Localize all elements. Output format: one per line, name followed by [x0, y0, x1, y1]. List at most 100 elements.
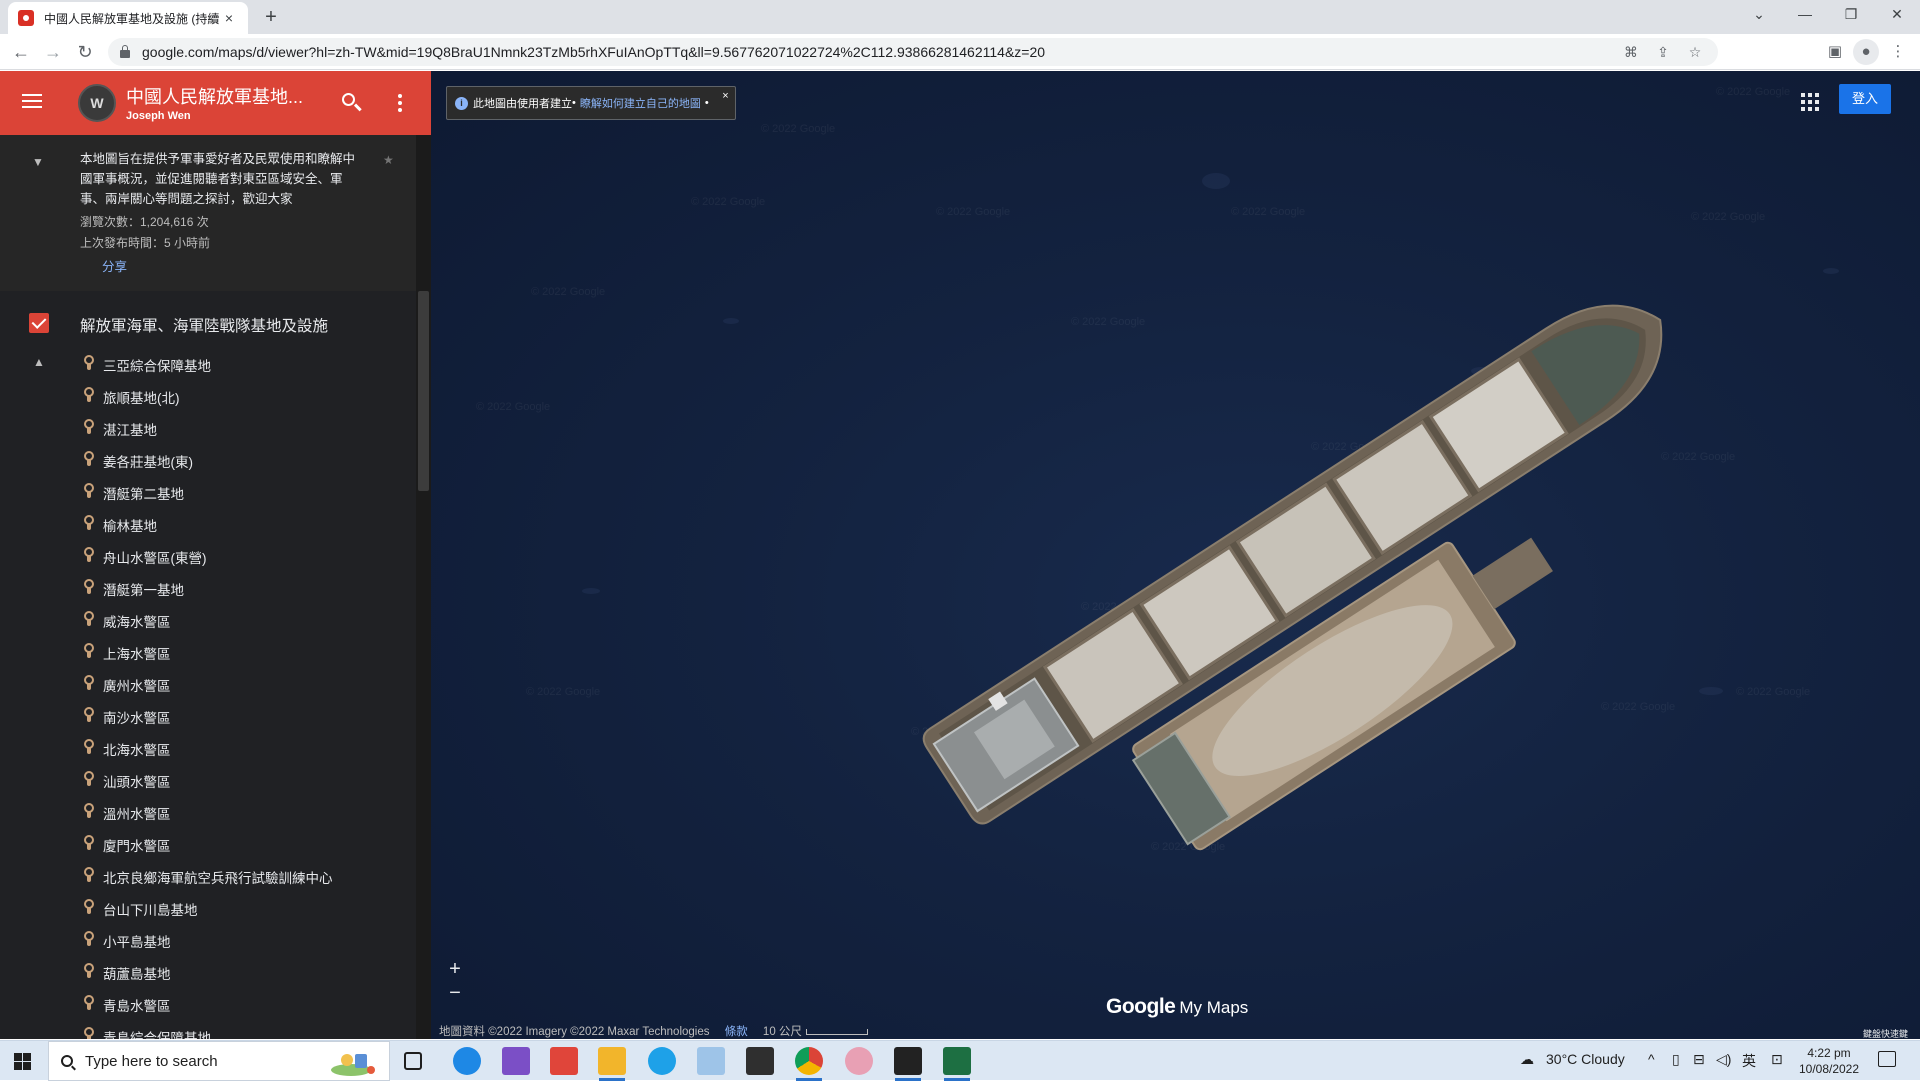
place-item[interactable]: 青島水警區 [0, 987, 416, 1019]
share-link[interactable]: 分享 [102, 256, 127, 275]
weather-text[interactable]: 30°C Cloudy [1546, 1051, 1625, 1067]
map-canvas[interactable]: © 2022 Google © 2022 Google © 2022 Google ©… [431, 71, 1920, 1039]
my-maps-wordmark: My Maps [1179, 998, 1249, 1017]
chevron-up-icon[interactable]: ^ [1648, 1051, 1655, 1067]
place-item[interactable]: 溫州水警區 [0, 795, 416, 827]
place-item[interactable]: 小平島基地 [0, 923, 416, 955]
star-icon[interactable]: ★ [383, 153, 394, 167]
place-item[interactable]: 青島綜合保障基地 [0, 1019, 416, 1039]
place-item[interactable]: 潛艇第一基地 [0, 571, 416, 603]
learn-create-map-link[interactable]: 瞭解如何建立自己的地圖 [580, 95, 701, 111]
place-item[interactable]: 威海水警區 [0, 603, 416, 635]
forward-arrow-icon[interactable]: → [40, 39, 66, 65]
file-explorer-icon[interactable] [598, 1047, 626, 1075]
visual-studio-icon[interactable] [502, 1047, 530, 1075]
sticky-notes-icon[interactable] [894, 1047, 922, 1075]
reload-icon[interactable]: ↻ [72, 39, 98, 65]
paint-icon[interactable] [697, 1047, 725, 1075]
place-item[interactable]: 上海水警區 [0, 635, 416, 667]
layer-checkbox[interactable] [29, 313, 49, 333]
input-method-indicator[interactable]: 英 [1742, 1051, 1756, 1071]
imagery-credit: 地圖資料 ©2022 Imagery ©2022 Maxar Technolog… [439, 1026, 710, 1038]
lock-icon[interactable] [120, 45, 130, 58]
windows-start-icon[interactable] [14, 1053, 31, 1070]
place-item[interactable]: 湛江基地 [0, 411, 416, 443]
edge-browser-icon[interactable] [453, 1047, 481, 1075]
place-label: 廈門水警區 [103, 839, 171, 854]
terminal-icon[interactable] [746, 1047, 774, 1075]
panel-scrollbar-thumb[interactable] [418, 291, 429, 491]
search-highlight-illustration-icon[interactable] [329, 1050, 379, 1076]
cloud-icon[interactable]: ☁ [1520, 1051, 1534, 1068]
address-bar[interactable]: google.com/maps/d/viewer?hl=zh-TW&mid=19… [108, 38, 1718, 66]
place-item[interactable]: 南沙水警區 [0, 699, 416, 731]
anchor-pin-icon [82, 643, 96, 659]
place-item[interactable]: 舟山水警區(東營) [0, 539, 416, 571]
back-arrow-icon[interactable]: ← [8, 39, 34, 65]
google-my-maps-favicon-icon [18, 10, 34, 26]
map-author: Joseph Wen [126, 110, 191, 122]
notification-icon[interactable] [1878, 1051, 1896, 1067]
tab-search-chevron-icon[interactable]: ⌄ [1736, 0, 1782, 30]
zoom-out-button[interactable]: − [443, 981, 467, 1005]
profile-avatar-icon[interactable]: ● [1853, 39, 1879, 65]
chevron-down-icon[interactable]: ▼ [32, 155, 46, 169]
place-item[interactable]: 潛艇第二基地 [0, 475, 416, 507]
author-avatar: W [78, 84, 116, 122]
chrome-icon[interactable] [795, 1047, 823, 1075]
scale-label[interactable]: 10 公尺 [763, 1026, 802, 1038]
url-text[interactable]: google.com/maps/d/viewer?hl=zh-TW&mid=19… [142, 44, 1610, 60]
task-view-icon[interactable] [404, 1052, 422, 1070]
place-item[interactable]: 廣州水警區 [0, 667, 416, 699]
extensions-icon[interactable]: ▣ [1822, 39, 1848, 65]
place-item[interactable]: 葫蘆島基地 [0, 955, 416, 987]
menu-icon[interactable] [20, 90, 44, 114]
share-icon[interactable]: ⇪ [1652, 44, 1674, 61]
search-icon[interactable] [340, 91, 364, 115]
excel-icon[interactable] [943, 1047, 971, 1075]
window-close-button[interactable]: ✕ [1874, 0, 1920, 30]
place-item[interactable]: 三亞綜合保障基地 [0, 347, 416, 379]
browser-tab[interactable]: 中國人民解放軍基地及設施 (持續 × [8, 2, 248, 34]
new-tab-button[interactable]: + [258, 4, 284, 30]
anchor-pin-icon [82, 803, 96, 819]
network-icon[interactable]: ⊟ [1693, 1051, 1705, 1068]
snipping-tool-icon[interactable] [845, 1047, 873, 1075]
place-item[interactable]: 北京良鄉海軍航空兵飛行試驗訓練中心 [0, 859, 416, 891]
sign-in-button[interactable]: 登入 [1839, 84, 1891, 114]
place-item[interactable]: 台山下川島基地 [0, 891, 416, 923]
taskbar-search-box[interactable]: Type here to search [48, 1041, 390, 1081]
restore-button[interactable]: ❐ [1828, 0, 1874, 30]
terms-link[interactable]: 條款 [725, 1026, 748, 1038]
tab-close-icon[interactable]: × [220, 10, 238, 26]
anydesk-icon[interactable] [550, 1047, 578, 1075]
minimize-button[interactable]: — [1782, 0, 1828, 30]
browser-menu-icon[interactable]: ⋮ [1885, 39, 1911, 65]
layer-name: 解放軍海軍、海軍陸戰隊基地及設施 [80, 318, 329, 335]
ime-mode-icon[interactable]: ⊡ [1771, 1051, 1783, 1068]
place-item[interactable]: 榆林基地 [0, 507, 416, 539]
panel-scrollbar-track[interactable] [416, 135, 431, 1039]
system-clock[interactable]: 4:22 pm 10/08/2022 [1793, 1045, 1865, 1077]
translate-icon[interactable]: ⌘ [1620, 44, 1642, 61]
layer-row[interactable]: 解放軍海軍、海軍陸戰隊基地及設施 [0, 303, 416, 343]
place-label: 青島綜合保障基地 [103, 1031, 211, 1039]
google-apps-icon[interactable] [1801, 93, 1819, 111]
bookmark-star-icon[interactable]: ☆ [1684, 44, 1706, 61]
zoom-in-button[interactable]: + [443, 957, 467, 981]
place-item[interactable]: 姜各莊基地(東) [0, 443, 416, 475]
place-item[interactable]: 旅順基地(北) [0, 379, 416, 411]
place-label: 旅順基地(北) [103, 391, 180, 406]
usb-icon[interactable]: ▯ [1672, 1051, 1680, 1068]
more-options-icon[interactable] [392, 91, 408, 115]
anchor-pin-icon [82, 707, 96, 723]
place-label: 姜各莊基地(東) [103, 455, 193, 470]
skype-icon[interactable] [648, 1047, 676, 1075]
keyboard-shortcuts-link[interactable]: 鍵盤快速鍵 [1863, 1027, 1908, 1039]
place-item[interactable]: 廈門水警區 [0, 827, 416, 859]
anchor-pin-icon [82, 963, 96, 979]
place-item[interactable]: 北海水警區 [0, 731, 416, 763]
place-item[interactable]: 汕頭水警區 [0, 763, 416, 795]
close-icon[interactable]: × [722, 90, 728, 102]
volume-icon[interactable]: ◁) [1716, 1051, 1731, 1068]
